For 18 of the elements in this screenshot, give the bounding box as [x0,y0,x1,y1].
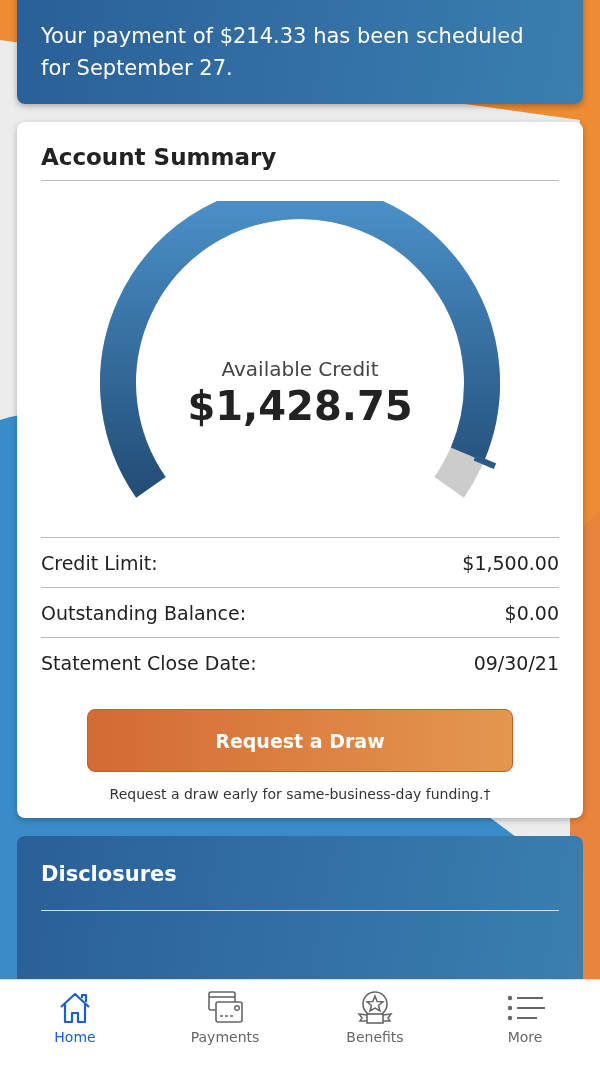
gauge-label: Available Credit [221,357,379,381]
footnote: Request a draw early for same-business-day funding.† [108,786,492,802]
row-value: $1,500.00 [462,552,559,574]
available-credit-amount: $1,428.75 [187,383,413,429]
notification-message: Your payment of $214.33 has been scheduled for September 27. [41,23,525,82]
tab-bar-item[interactable]: Home [0,980,150,1077]
row-value: $0.00 [504,602,559,624]
row-label: Statement Close Date: [41,652,257,674]
tab-bar-item[interactable]: Benefits [300,980,450,1077]
disclosures-title: Disclosures [41,862,559,911]
credit-cards-icon [205,989,245,1025]
award-ribbon-icon [355,989,395,1025]
row-label: Outstanding Balance: [41,602,247,624]
tab-bar-item[interactable]: More [450,980,600,1077]
row-label: Credit Limit: [41,552,158,574]
row-value: 09/30/21 [473,652,559,674]
tab-bar-item[interactable]: Payments [150,980,300,1077]
card-title: Account Summary [41,144,559,181]
